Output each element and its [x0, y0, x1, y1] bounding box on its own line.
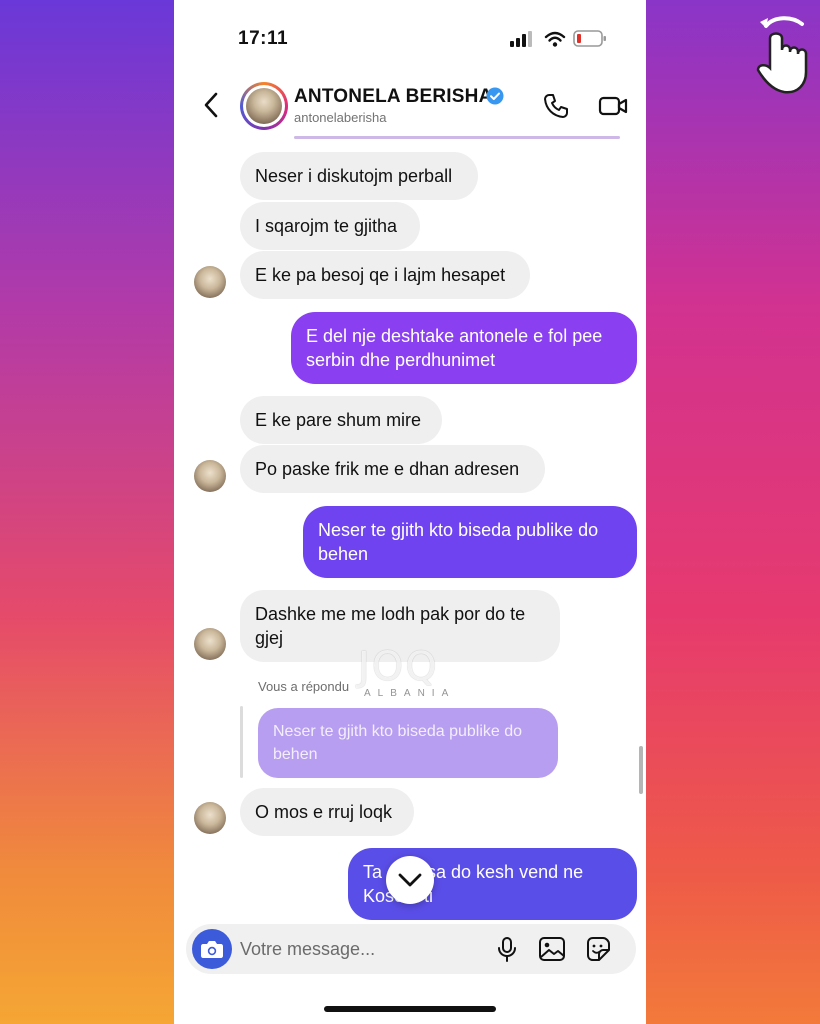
- watermark: JOQ ALBANIA: [358, 644, 468, 702]
- contact-handle: antonelaberisha: [294, 110, 387, 125]
- avatar-photo: [246, 88, 282, 124]
- message-composer: [186, 924, 636, 974]
- background-right-gradient: [646, 0, 820, 1024]
- microphone-icon[interactable]: [496, 936, 518, 962]
- swipe-hand-icon: [756, 16, 808, 94]
- home-indicator[interactable]: [324, 1006, 496, 1012]
- phone-screen: 17:11 ANTONELA BERISHA antonelaberisha N…: [174, 0, 646, 1024]
- watermark-logo: JOQ: [358, 644, 439, 690]
- message-incoming[interactable]: I sqarojm te gjitha: [240, 202, 420, 250]
- status-time: 17:11: [238, 28, 289, 49]
- avatar[interactable]: [240, 82, 288, 130]
- camera-icon: [201, 941, 223, 958]
- watermark-subtitle: ALBANIA: [364, 688, 456, 699]
- sender-avatar[interactable]: [194, 802, 226, 834]
- wifi-icon: [544, 31, 566, 47]
- signal-icon: [510, 31, 532, 47]
- back-arrow-icon[interactable]: [200, 90, 222, 120]
- sticker-icon[interactable]: [584, 935, 612, 963]
- verified-badge-icon: [486, 87, 504, 105]
- battery-icon: [573, 30, 606, 47]
- phone-icon[interactable]: [542, 92, 570, 120]
- background-left-gradient: [0, 0, 174, 1024]
- video-camera-icon[interactable]: [598, 92, 628, 120]
- message-outgoing[interactable]: Neser te gjith kto biseda publike do beh…: [303, 506, 637, 578]
- sender-avatar[interactable]: [194, 628, 226, 660]
- message-incoming[interactable]: O mos e rruj loqk: [240, 788, 414, 836]
- message-incoming[interactable]: Neser i diskutojm perball: [240, 152, 478, 200]
- gallery-icon[interactable]: [538, 936, 566, 962]
- message-incoming[interactable]: Po paske frik me e dhan adresen: [240, 445, 545, 493]
- reply-label: Vous a répondu: [258, 679, 350, 694]
- message-input[interactable]: [240, 924, 470, 974]
- previous-message-edge: [294, 136, 620, 139]
- sender-avatar[interactable]: [194, 266, 226, 298]
- reply-indicator-bar: [240, 706, 243, 778]
- message-incoming[interactable]: E ke pa besoj qe i lajm hesapet: [240, 251, 530, 299]
- quoted-message[interactable]: Neser te gjith kto biseda publike do beh…: [258, 708, 558, 778]
- chevron-down-icon: [398, 873, 422, 887]
- message-incoming[interactable]: E ke pare shum mire: [240, 396, 442, 444]
- message-outgoing[interactable]: E del nje deshtake antonele e fol pee se…: [291, 312, 637, 384]
- scrollbar[interactable]: [639, 746, 643, 794]
- scroll-to-bottom-button[interactable]: [386, 856, 434, 904]
- sender-avatar[interactable]: [194, 460, 226, 492]
- status-bar-icons: [510, 30, 606, 47]
- chat-header: ANTONELA BERISHA antonelaberisha: [174, 78, 646, 136]
- contact-name[interactable]: ANTONELA BERISHA: [294, 86, 493, 108]
- camera-button[interactable]: [192, 929, 232, 969]
